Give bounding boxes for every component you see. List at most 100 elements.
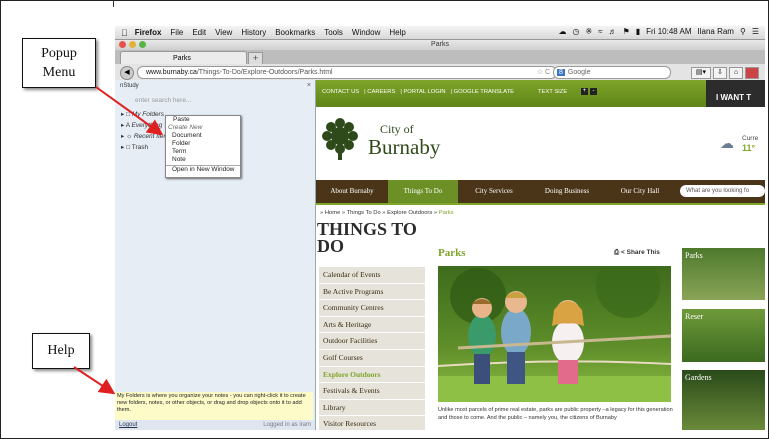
user-name[interactable]: Ilana Ram xyxy=(698,27,734,36)
thumb-gardens[interactable]: Gardens xyxy=(682,370,765,430)
zoom-window-icon[interactable] xyxy=(139,41,146,48)
flag-icon[interactable]: ⚑ xyxy=(623,27,630,36)
left-nav-visitor-resources[interactable]: Visitor Resources xyxy=(319,416,425,430)
left-nav-calendar[interactable]: Calendar of Events xyxy=(319,267,425,284)
nav-doing-business[interactable]: Doing Business xyxy=(530,180,604,203)
share-icon: < xyxy=(621,249,625,256)
home-icon[interactable]: ⌂ xyxy=(729,67,743,79)
logo-name: Burnaby xyxy=(368,135,441,159)
breadcrumb: » Home » Things To Do » Explore Outdoors… xyxy=(320,210,454,216)
kids-tug-of-war-photo xyxy=(438,266,671,402)
burnaby-logo-icon[interactable] xyxy=(318,116,362,162)
timemachine-icon[interactable]: ◷ xyxy=(572,27,579,36)
left-nav-community-centres[interactable]: Community Centres xyxy=(319,300,425,317)
careers-link[interactable]: CAREERS xyxy=(367,89,395,95)
battery-icon[interactable]: ▮ xyxy=(636,27,640,36)
cloud-icon[interactable]: ☁ xyxy=(558,27,566,36)
menu-edit[interactable]: Edit xyxy=(192,28,206,37)
clock[interactable]: Fri 10:48 AM xyxy=(646,27,691,36)
menu-bookmarks[interactable]: Bookmarks xyxy=(275,28,315,37)
menu-item-document[interactable]: Document xyxy=(166,132,240,140)
list-icon[interactable]: ☰ xyxy=(752,27,759,36)
menubar-status: ☁ ◷ ※ ≈ ♬ ⚑ ▮ Fri 10:48 AM Ilana Ram ⚲ ☰ xyxy=(552,27,759,36)
menu-item-open-new-window[interactable]: Open in New Window xyxy=(166,165,240,174)
left-nav-arts-heritage[interactable]: Arts & Heritage xyxy=(319,316,425,334)
left-nav-golf-courses[interactable]: Golf Courses xyxy=(319,349,425,367)
bluetooth-icon[interactable]: ※ xyxy=(585,27,592,36)
mac-menubar:  Firefox File Edit View History Bookmar… xyxy=(115,26,765,40)
text-size-increase-button[interactable]: + xyxy=(581,88,588,95)
rain-cloud-icon: ☁ xyxy=(720,135,734,151)
thumb-reservations[interactable]: Reser xyxy=(682,309,765,362)
contact-us-link[interactable]: CONTACT US xyxy=(322,89,359,95)
logout-link[interactable]: Logout xyxy=(119,420,137,430)
left-nav-library[interactable]: Library xyxy=(319,399,425,417)
section-title: THINGS TO DO xyxy=(317,219,417,256)
page-caption: Unlike most parcels of prime real estate… xyxy=(438,407,673,421)
window-titlebar: Parks xyxy=(115,40,765,50)
nav-our-city-hall[interactable]: Our City Hall xyxy=(604,180,676,203)
menu-app-name[interactable]: Firefox xyxy=(135,28,162,37)
menu-history[interactable]: History xyxy=(241,28,266,37)
view-toggle-button[interactable]: ▤▾ xyxy=(691,67,711,79)
tree-label: Trash xyxy=(131,144,149,151)
menu-window[interactable]: Window xyxy=(352,28,380,37)
url-path: /Things-To-Do/Explore-Outdoors/Parks.htm… xyxy=(196,69,333,76)
download-icon[interactable]: ⇩ xyxy=(713,67,727,79)
nav-about-burnaby[interactable]: About Burnaby xyxy=(316,180,388,203)
site-search-input[interactable]: What are you looking fo xyxy=(680,185,765,197)
help-text-box: My Folders is where you organize your no… xyxy=(115,392,313,420)
thumb-parks[interactable]: Parks xyxy=(682,248,765,300)
folder-icon: □ xyxy=(126,111,131,118)
site-logo[interactable]: City of Burnaby xyxy=(368,122,441,159)
menu-view[interactable]: View xyxy=(215,28,232,37)
text-size-decrease-button[interactable]: - xyxy=(590,88,597,95)
nav-things-to-do[interactable]: Things To Do xyxy=(388,180,458,203)
wifi-icon[interactable]: ≈ xyxy=(598,27,602,36)
back-button[interactable]: ◀ xyxy=(120,66,134,80)
nstudy-search-input[interactable]: enter search here... xyxy=(135,97,255,104)
menu-help[interactable]: Help xyxy=(389,28,405,37)
menu-item-paste[interactable]: Paste xyxy=(166,116,240,124)
url-bar[interactable]: www.burnaby.ca/Things-To-Do/Explore-Outd… xyxy=(137,66,557,79)
google-icon: 8 xyxy=(557,69,565,76)
i-want-to-button[interactable]: I WANT T xyxy=(706,80,765,107)
minimize-window-icon[interactable] xyxy=(129,41,136,48)
left-nav-outdoor-facilities[interactable]: Outdoor Facilities xyxy=(319,333,425,350)
google-translate-link[interactable]: GOOGLE TRANSLATE xyxy=(454,89,514,95)
url-domain: www.burnaby.ca xyxy=(146,69,197,76)
menu-item-folder[interactable]: Folder xyxy=(166,140,240,148)
weather-temp: 11° xyxy=(742,143,756,153)
close-window-icon[interactable] xyxy=(119,41,126,48)
bookmark-star-icon[interactable]: ☆ C xyxy=(537,67,550,78)
nav-city-services[interactable]: City Services xyxy=(458,180,530,203)
divider-line xyxy=(113,0,114,7)
addon-icon[interactable] xyxy=(745,67,759,79)
menu-file[interactable]: File xyxy=(170,28,183,37)
left-nav-be-active[interactable]: Be Active Programs xyxy=(319,283,425,301)
volume-icon[interactable]: ♬ xyxy=(609,27,617,36)
print-icon[interactable]: ⎙ xyxy=(614,249,619,256)
left-nav-explore-outdoors[interactable]: Explore Outdoors xyxy=(319,366,425,384)
tab-bar: Parks + xyxy=(115,50,765,65)
breadcrumb-path[interactable]: » Home » Things To Do » Explore Outdoors… xyxy=(320,210,437,216)
menu-tools[interactable]: Tools xyxy=(324,28,343,37)
nstudy-footer: Logout Logged in as iram xyxy=(115,420,315,430)
menu-item-term[interactable]: Term xyxy=(166,148,240,156)
left-nav-festivals[interactable]: Festivals & Events xyxy=(319,383,425,400)
thumb-label: Gardens xyxy=(685,373,712,382)
context-menu: Paste Create New Document Folder Term No… xyxy=(165,115,241,178)
navigation-toolbar: ◀ www.burnaby.ca/Things-To-Do/Explore-Ou… xyxy=(115,64,765,81)
close-icon[interactable]: × xyxy=(307,82,311,89)
share-this-button[interactable]: ⎙ < Share This xyxy=(614,249,660,257)
menu-item-note[interactable]: Note xyxy=(166,156,240,164)
search-bar[interactable]: 8 Google xyxy=(553,66,671,79)
apple-icon[interactable]:  xyxy=(121,28,128,38)
menu-header-create-new: Create New xyxy=(168,124,203,131)
window-title: Parks xyxy=(431,41,449,48)
weather-label: Curre xyxy=(742,135,759,142)
portal-login-link[interactable]: PORTAL LOGIN xyxy=(403,89,445,95)
tab-parks[interactable]: Parks xyxy=(120,51,247,65)
spotlight-icon[interactable]: ⚲ xyxy=(740,27,746,36)
site-top-strip: CONTACT US | CAREERS | PORTAL LOGIN | GOOGL… xyxy=(316,80,765,107)
